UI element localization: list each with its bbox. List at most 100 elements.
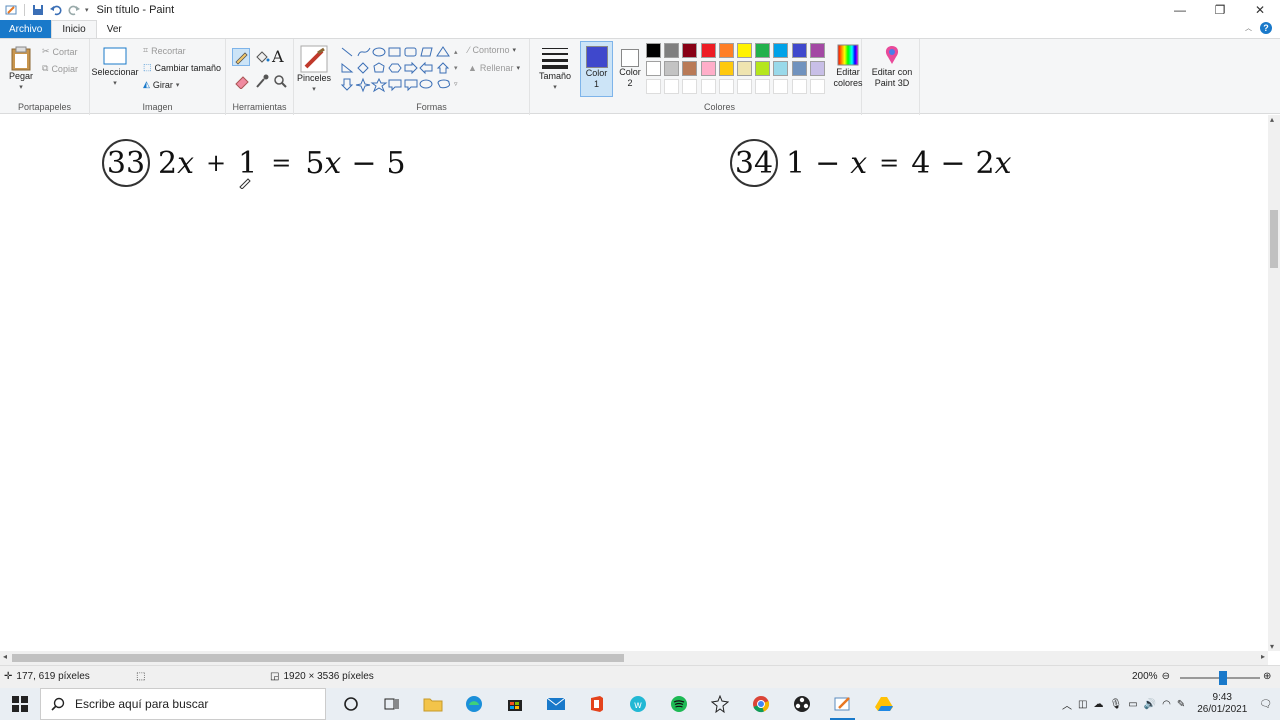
file-explorer-button[interactable]	[412, 688, 453, 720]
palette-swatch[interactable]	[682, 61, 698, 77]
palette-empty-swatch[interactable]	[718, 79, 734, 95]
canvas[interactable]: 33 2x + 1 = 5x − 5 34 1 − x = 4 − 2x	[0, 115, 1268, 651]
app-star-button[interactable]	[699, 688, 740, 720]
vertical-scrollbar[interactable]: ▴ ▾	[1268, 115, 1280, 651]
palette-swatch[interactable]	[646, 61, 661, 77]
minimize-button[interactable]: —	[1160, 0, 1200, 20]
app-w-button[interactable]: w	[617, 688, 658, 720]
palette-swatch[interactable]	[664, 43, 680, 58]
eraser-icon[interactable]	[234, 73, 250, 89]
palette-empty-swatch[interactable]	[791, 79, 807, 95]
collapse-ribbon-icon[interactable]: ︿	[1245, 23, 1252, 33]
store-button[interactable]	[494, 688, 535, 720]
spotify-button[interactable]	[658, 688, 699, 720]
start-button[interactable]	[0, 688, 40, 720]
size-button[interactable]: Tamaño ▾	[536, 45, 574, 93]
select-button[interactable]: Seleccionar ▾	[91, 45, 139, 89]
palette-swatch[interactable]	[791, 43, 807, 58]
palette-empty-swatch[interactable]	[809, 79, 825, 95]
palette-swatch[interactable]	[755, 61, 771, 77]
notifications-icon[interactable]: 🗨	[1259, 699, 1272, 710]
help-icon[interactable]: ?	[1260, 22, 1272, 34]
vertical-scroll-thumb[interactable]	[1270, 210, 1278, 268]
tab-archivo[interactable]: Archivo	[0, 20, 52, 38]
outline-button[interactable]: ⁄ Contorno ▾	[468, 45, 516, 55]
clock[interactable]: 9:43 26/01/2021	[1197, 692, 1247, 716]
obs-button[interactable]	[781, 688, 822, 720]
cortana-button[interactable]	[330, 688, 371, 720]
color-picker-icon[interactable]	[254, 73, 270, 89]
resize-button[interactable]: ⬚ Cambiar tamaño	[143, 62, 221, 73]
palette-empty-swatch[interactable]	[646, 79, 661, 95]
palette-empty-swatch[interactable]	[682, 79, 698, 95]
cut-button[interactable]: ✂ Cortar	[42, 46, 78, 57]
paste-button[interactable]: Pegar ▾	[6, 45, 36, 93]
zoom-in-button[interactable]: ⊕	[1263, 671, 1271, 682]
meet-now-icon[interactable]: ◫	[1078, 699, 1087, 710]
edge-button[interactable]	[453, 688, 494, 720]
drive-button[interactable]	[863, 688, 904, 720]
palette-swatch[interactable]	[773, 61, 789, 77]
taskbar-search[interactable]: Escribe aquí para buscar	[40, 688, 326, 720]
horizontal-scrollbar[interactable]: ◂ ▸	[0, 651, 1268, 665]
close-button[interactable]: ✕	[1240, 0, 1280, 20]
palette-swatch[interactable]	[791, 61, 807, 77]
scroll-left-icon[interactable]: ◂	[3, 652, 7, 661]
maximize-button[interactable]: ❐	[1200, 0, 1240, 20]
palette-swatch[interactable]	[809, 43, 825, 58]
palette-empty-swatch[interactable]	[700, 79, 716, 95]
edit-colors-button[interactable]: Editar colores	[830, 43, 866, 89]
save-icon[interactable]	[31, 3, 45, 17]
palette-swatch[interactable]	[718, 43, 734, 58]
tab-inicio[interactable]: Inicio	[51, 20, 97, 38]
paint-taskbar-button[interactable]	[822, 688, 863, 720]
palette-swatch[interactable]	[646, 43, 661, 58]
microphone-icon[interactable]: 🎙	[1110, 699, 1123, 710]
zoom-slider-thumb[interactable]	[1219, 671, 1227, 685]
edit-paint3d-button[interactable]: Editar con Paint 3D	[866, 43, 918, 89]
color2-button[interactable]: Color 2	[615, 41, 645, 97]
scroll-down-icon[interactable]: ▾	[1270, 642, 1274, 651]
crop-button[interactable]: ⌗ Recortar	[143, 45, 186, 56]
onedrive-icon[interactable]: ☁	[1094, 699, 1104, 710]
redo-icon[interactable]	[67, 3, 81, 17]
magnifier-icon[interactable]	[272, 73, 288, 89]
rotate-button[interactable]: ◭ Girar ▾	[143, 79, 179, 90]
shapes-scroll[interactable]: ▴ ▾ ▿	[454, 45, 458, 93]
mail-button[interactable]	[535, 688, 576, 720]
palette-empty-swatch[interactable]	[755, 79, 771, 95]
scroll-right-icon[interactable]: ▸	[1261, 652, 1265, 661]
palette-swatch[interactable]	[700, 43, 716, 58]
palette-empty-swatch[interactable]	[773, 79, 789, 95]
tab-ver[interactable]: Ver	[97, 20, 132, 38]
wifi-icon[interactable]: ◠	[1162, 699, 1171, 710]
copy-button[interactable]: ⧉ Copiar	[42, 63, 78, 74]
brushes-button[interactable]: Pinceles ▾	[296, 45, 332, 95]
task-view-button[interactable]	[371, 688, 412, 720]
horizontal-scroll-thumb[interactable]	[12, 654, 624, 662]
palette-swatch[interactable]	[809, 61, 825, 77]
fill-bucket-icon[interactable]	[254, 49, 270, 65]
fill-button[interactable]: ▲ Rellenar ▾	[468, 63, 520, 73]
customize-qa-icon[interactable]: ▾	[85, 6, 89, 14]
shapes-gallery[interactable]	[340, 45, 460, 95]
palette-swatch[interactable]	[773, 43, 789, 58]
undo-icon[interactable]	[49, 3, 63, 17]
palette-swatch[interactable]	[755, 43, 771, 58]
pencil-tool[interactable]	[232, 48, 250, 66]
palette-swatch[interactable]	[682, 43, 698, 58]
palette-empty-swatch[interactable]	[737, 79, 752, 95]
palette-empty-swatch[interactable]	[664, 79, 680, 95]
palette-swatch[interactable]	[664, 61, 680, 77]
palette-swatch[interactable]	[737, 61, 752, 77]
zoom-out-icon[interactable]: ⊖	[1162, 671, 1170, 682]
palette-swatch[interactable]	[718, 61, 734, 77]
color1-button[interactable]: Color 1	[580, 41, 613, 97]
text-tool-icon[interactable]: A	[272, 47, 284, 66]
office-button[interactable]	[576, 688, 617, 720]
battery-icon[interactable]: ▭	[1128, 699, 1137, 710]
palette-swatch[interactable]	[737, 43, 752, 58]
volume-icon[interactable]: 🔊	[1144, 699, 1156, 710]
pen-icon[interactable]: ✎	[1177, 699, 1185, 710]
scroll-up-icon[interactable]: ▴	[1270, 115, 1274, 124]
